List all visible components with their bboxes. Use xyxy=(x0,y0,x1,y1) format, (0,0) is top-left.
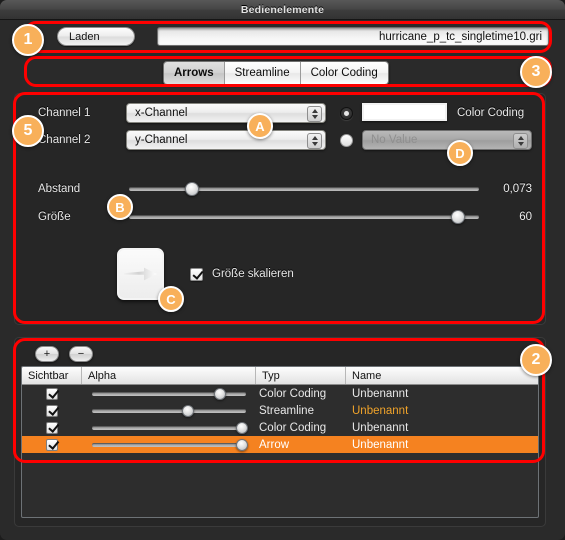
row-name-cell[interactable]: Unbenannt xyxy=(346,385,538,402)
row-alpha-slider-handle[interactable] xyxy=(235,421,248,434)
row-alpha-cell[interactable] xyxy=(82,385,256,402)
color-well[interactable] xyxy=(362,103,447,121)
row-visible-checkbox[interactable] xyxy=(46,421,58,434)
row-alpha-slider-handle[interactable] xyxy=(235,438,248,451)
arrows-settings-panel: Channel 1 x-Channel Channel 2 y-Channel … xyxy=(14,93,546,325)
abstand-value: 0,073 xyxy=(503,183,532,195)
row-alpha-slider[interactable] xyxy=(90,387,248,400)
channel2-label: Channel 2 xyxy=(38,134,91,146)
load-button[interactable]: Laden xyxy=(57,27,135,46)
row-alpha-slider-handle[interactable] xyxy=(181,404,194,417)
column-header-alpha[interactable]: Alpha xyxy=(82,367,256,384)
row-typ-cell: Arrow xyxy=(259,438,290,451)
view-mode-tabs[interactable]: Arrows Streamline Color Coding xyxy=(163,61,389,85)
channel1-value: x-Channel xyxy=(135,107,188,119)
file-path-field[interactable]: hurricane_p_tc_singletime10.gri xyxy=(157,27,549,46)
callout-badge-c: C xyxy=(158,286,184,312)
row-alpha-slider-track xyxy=(92,408,246,413)
row-visible-checkbox[interactable] xyxy=(46,438,58,451)
table-row[interactable]: Color Coding Unbenannt xyxy=(22,419,538,436)
layers-table[interactable]: Sichtbar Alpha Typ Name Color Coding Unbe… xyxy=(21,366,539,518)
layers-table-header: Sichtbar Alpha Typ Name xyxy=(22,367,538,385)
row-alpha-slider-track xyxy=(92,442,246,447)
scale-size-checkbox[interactable] xyxy=(190,268,203,281)
row-alpha-slider-handle[interactable] xyxy=(213,387,226,400)
scale-size-label: Größe skalieren xyxy=(212,268,294,280)
row-alpha-slider[interactable] xyxy=(90,421,248,434)
channel1-select[interactable]: x-Channel xyxy=(126,103,326,123)
column-header-name[interactable]: Name xyxy=(346,367,538,384)
callout-badge-5: 5 xyxy=(12,115,44,147)
novalue-radio[interactable] xyxy=(340,134,353,147)
arrow-preview-well[interactable] xyxy=(117,248,164,300)
layers-table-body: Color Coding Unbenannt Streamline Unbenannt… xyxy=(22,385,538,453)
callout-badge-2: 2 xyxy=(520,344,552,376)
novalue-value: No Value xyxy=(371,134,418,146)
window-title: Bedienelemente xyxy=(240,3,325,16)
add-layer-button[interactable]: + xyxy=(35,346,59,362)
groesse-slider-track xyxy=(129,215,479,219)
groesse-value: 60 xyxy=(519,211,532,223)
channel1-stepper-icon[interactable] xyxy=(307,106,322,122)
channel2-value: y-Channel xyxy=(135,134,188,146)
row-alpha-cell[interactable] xyxy=(82,419,256,436)
abstand-label: Abstand xyxy=(38,183,81,195)
column-header-typ[interactable]: Typ xyxy=(256,367,346,384)
window-title-bar: Bedienelemente xyxy=(0,0,565,20)
callout-badge-d: D xyxy=(447,140,473,166)
groesse-slider-handle[interactable] xyxy=(451,210,465,224)
remove-layer-button[interactable]: − xyxy=(69,346,93,362)
color-coding-label: Color Coding xyxy=(457,107,525,119)
callout-badge-1: 1 xyxy=(12,24,44,56)
row-visible-cell[interactable] xyxy=(22,385,82,402)
row-name-cell[interactable]: Unbenannt xyxy=(346,436,538,453)
groesse-label: Größe xyxy=(38,211,71,223)
abstand-slider-track xyxy=(129,187,479,191)
table-row[interactable]: Arrow Unbenannt xyxy=(22,436,538,453)
row-alpha-cell[interactable] xyxy=(82,436,256,453)
row-typ-cell: Color Coding xyxy=(259,387,327,400)
tab-color-coding[interactable]: Color Coding xyxy=(300,62,388,84)
column-header-sichtbar[interactable]: Sichtbar xyxy=(22,367,82,384)
row-typ-cell: Color Coding xyxy=(259,421,327,434)
row-alpha-cell[interactable] xyxy=(82,402,256,419)
table-row[interactable]: Color Coding Unbenannt xyxy=(22,385,538,402)
row-alpha-slider[interactable] xyxy=(90,438,248,451)
groesse-slider[interactable] xyxy=(129,210,479,224)
row-alpha-slider[interactable] xyxy=(90,404,248,417)
row-visible-cell[interactable] xyxy=(22,436,82,453)
row-alpha-slider-track xyxy=(92,425,246,430)
color-coding-radio[interactable] xyxy=(340,107,353,120)
row-visible-checkbox[interactable] xyxy=(46,387,58,400)
arrow-right-icon xyxy=(123,267,157,281)
tab-streamline[interactable]: Streamline xyxy=(224,62,301,84)
abstand-slider[interactable] xyxy=(129,182,479,196)
callout-badge-a: A xyxy=(247,113,273,139)
row-name-cell[interactable]: Unbenannt xyxy=(346,402,538,419)
channel2-select[interactable]: y-Channel xyxy=(126,130,326,150)
callout-badge-3: 3 xyxy=(520,56,552,88)
channel2-stepper-icon[interactable] xyxy=(307,133,322,149)
layers-panel: + − Sichtbar Alpha Typ Name Color Coding… xyxy=(14,337,546,527)
row-visible-cell[interactable] xyxy=(22,402,82,419)
row-typ-cell: Streamline xyxy=(259,404,314,417)
tab-arrows[interactable]: Arrows xyxy=(164,62,225,84)
abstand-slider-handle[interactable] xyxy=(185,182,199,196)
table-row[interactable]: Streamline Unbenannt xyxy=(22,402,538,419)
row-visible-checkbox[interactable] xyxy=(46,404,58,417)
row-visible-cell[interactable] xyxy=(22,419,82,436)
callout-badge-b: B xyxy=(107,194,133,220)
channel1-label: Channel 1 xyxy=(38,107,91,119)
novalue-stepper-icon[interactable] xyxy=(513,133,528,149)
control-window: Bedienelemente Laden hurricane_p_tc_sing… xyxy=(0,0,565,540)
row-name-cell[interactable]: Unbenannt xyxy=(346,419,538,436)
